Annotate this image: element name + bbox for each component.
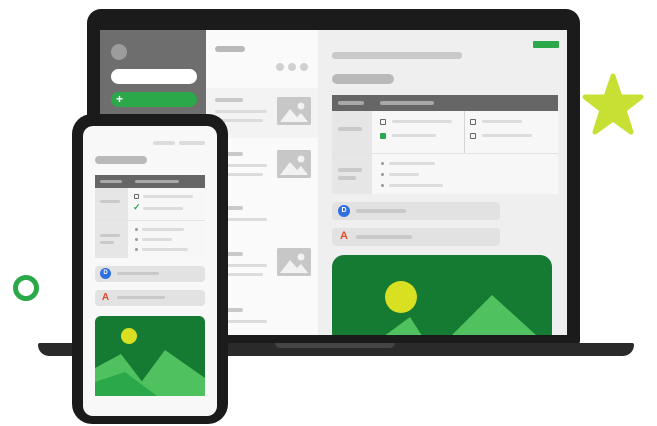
table-header-cell (380, 101, 434, 105)
row-label-line (338, 176, 356, 180)
row-label-line (338, 168, 362, 172)
checkbox[interactable] (134, 194, 139, 199)
attachment-name-line (117, 296, 165, 299)
column-divider (464, 111, 465, 153)
phone-header-line (179, 141, 205, 145)
cell-line (392, 120, 452, 123)
row-label-cell (332, 111, 372, 153)
image-thumbnail-icon (277, 248, 311, 276)
cell-line (389, 173, 419, 176)
checkbox[interactable] (470, 133, 476, 139)
detail-pane: D A (318, 30, 567, 335)
avatar (111, 44, 127, 60)
data-table (332, 95, 558, 194)
cell-line (482, 120, 522, 123)
row-label-line (338, 127, 362, 131)
row-label-cell (332, 154, 372, 194)
bullet-icon (135, 238, 138, 241)
phone-header-line (153, 141, 175, 145)
detail-header-line (332, 52, 462, 59)
image-preview (95, 316, 205, 396)
bullet-icon (135, 228, 138, 231)
list-toolbar (276, 63, 310, 71)
bullet-icon (381, 184, 384, 187)
attachment-name-line (117, 272, 159, 275)
phone: ✓ D A (72, 114, 228, 424)
row-label-line (100, 241, 114, 244)
row-label-cell (95, 221, 128, 258)
table-header-cell (338, 101, 364, 105)
pdf-file-icon: A (101, 292, 110, 303)
phone-data-table: ✓ (95, 175, 205, 258)
table-header-cell (135, 180, 179, 183)
primary-action-button[interactable] (533, 41, 559, 48)
table-header (95, 175, 205, 188)
table-row (332, 111, 558, 153)
detail-title (332, 74, 394, 84)
image-thumbnail-icon (277, 97, 311, 125)
search-input[interactable] (111, 69, 197, 84)
cell-line (143, 195, 193, 198)
cell-line (142, 238, 172, 241)
attachment-pdf[interactable]: A (95, 290, 205, 306)
add-new-button[interactable]: + (111, 92, 197, 107)
image-preview (332, 255, 552, 335)
list-title (215, 46, 245, 52)
attachment-pdf[interactable]: A (332, 228, 500, 246)
table-row (95, 220, 205, 258)
row-label-line (100, 234, 120, 237)
row-label-cell (95, 188, 128, 220)
attachment-doc[interactable]: D (332, 202, 500, 220)
pdf-file-icon: A (340, 230, 348, 242)
bullet-icon (135, 248, 138, 251)
plus-icon: + (116, 92, 124, 106)
doc-file-icon: D (100, 268, 111, 279)
toolbar-dot-icon[interactable] (300, 63, 308, 71)
toolbar-dot-icon[interactable] (276, 63, 284, 71)
cell-line (142, 228, 184, 231)
checkbox-checked[interactable] (380, 133, 386, 139)
cell-line (482, 134, 532, 137)
cell-line (392, 134, 436, 137)
item-title-line (215, 98, 243, 102)
table-row: ✓ (95, 188, 205, 220)
cell-line (143, 207, 183, 210)
cell-line (389, 184, 443, 187)
row-label-line (100, 200, 120, 203)
doc-file-icon: D (338, 205, 350, 217)
table-header (332, 95, 558, 111)
cell-line (142, 248, 188, 251)
bullet-icon (381, 173, 384, 176)
toolbar-dot-icon[interactable] (288, 63, 296, 71)
table-header-cell (100, 180, 122, 183)
attachment-doc[interactable]: D (95, 266, 205, 282)
attachment-name-line (356, 209, 406, 213)
check-icon[interactable]: ✓ (133, 203, 141, 212)
cell-line (389, 162, 435, 165)
item-line (215, 110, 267, 113)
phone-title (95, 156, 147, 164)
attachment-name-line (356, 235, 412, 239)
laptop-trackpad-notch (275, 343, 395, 348)
phone-screen: ✓ D A (83, 126, 217, 416)
table-row (332, 153, 558, 194)
image-thumbnail-icon (277, 150, 311, 178)
bullet-icon (381, 162, 384, 165)
checkbox[interactable] (470, 119, 476, 125)
checkbox[interactable] (380, 119, 386, 125)
